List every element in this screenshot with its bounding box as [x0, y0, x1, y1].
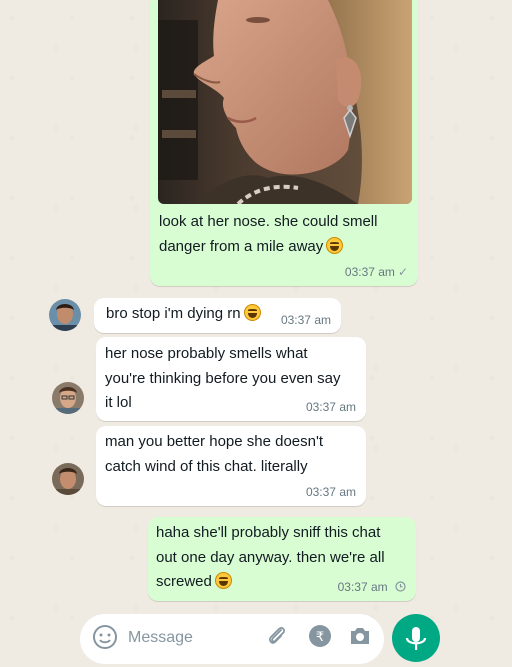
laughing-face-icon: [326, 236, 344, 254]
message-meta: 03:37 am ✓: [345, 265, 408, 279]
laughing-face-icon: [243, 304, 261, 321]
message-time: 03:37 am: [305, 485, 356, 499]
message-text-line: look at her nose. she could smell: [159, 213, 378, 230]
camera-icon[interactable]: [348, 625, 372, 647]
laughing-face-icon: [214, 572, 232, 589]
message-bubble-incoming[interactable]: her nose probably smells what you're thi…: [96, 337, 366, 421]
rupee-payment-icon[interactable]: ₹: [308, 624, 332, 648]
message-text-line: you're thinking before you even say: [105, 369, 341, 387]
message-time: 03:37 am: [305, 400, 356, 414]
message-text-line: catch wind of this chat. literally: [105, 457, 308, 475]
shared-photo[interactable]: [158, 0, 412, 204]
message-bubble-outgoing[interactable]: haha she'll probably sniff this chat out…: [148, 517, 416, 601]
message-meta: 03:37 am: [281, 313, 331, 327]
clock-pending-icon: [395, 581, 406, 592]
message-time: 03:37 am: [337, 580, 388, 594]
message-text-line: bro stop i'm dying rn: [106, 302, 261, 327]
contact-avatar-1[interactable]: [49, 299, 81, 331]
message-composer: ₹: [80, 614, 384, 664]
message-input[interactable]: [126, 626, 260, 650]
message-text-line: man you better hope she doesn't: [105, 433, 324, 450]
microphone-icon: [405, 627, 427, 650]
message-bubble-incoming[interactable]: bro stop i'm dying rn 03:37 am: [94, 298, 341, 333]
svg-text:₹: ₹: [316, 630, 324, 645]
message-time: 03:37 am: [280, 313, 331, 327]
contact-avatar-2[interactable]: [52, 382, 84, 414]
single-check-icon: ✓: [397, 265, 408, 279]
contact-avatar-3[interactable]: [52, 463, 84, 495]
message-bubble-incoming[interactable]: man you better hope she doesn't catch wi…: [96, 426, 366, 506]
message-text-line: her nose probably smells what: [105, 345, 308, 362]
woman-profile-photo: [158, 0, 412, 204]
message-meta: 03:37 am: [338, 580, 406, 594]
message-text-line: haha she'll probably sniff this chat: [156, 524, 381, 541]
emoji-icon[interactable]: [92, 624, 118, 650]
message-meta: 03:37 am: [306, 400, 356, 414]
message-bubble-outgoing[interactable]: look at her nose. she could smell danger…: [150, 0, 418, 286]
message-text-line: out one day anyway. then we're all: [156, 548, 385, 566]
attach-icon[interactable]: [266, 624, 288, 648]
message-time: 03:37 am: [344, 265, 395, 279]
message-meta: 03:37 am: [306, 485, 356, 499]
send-voice-button[interactable]: [392, 614, 440, 662]
message-text-line: danger from a mile away: [159, 235, 409, 260]
